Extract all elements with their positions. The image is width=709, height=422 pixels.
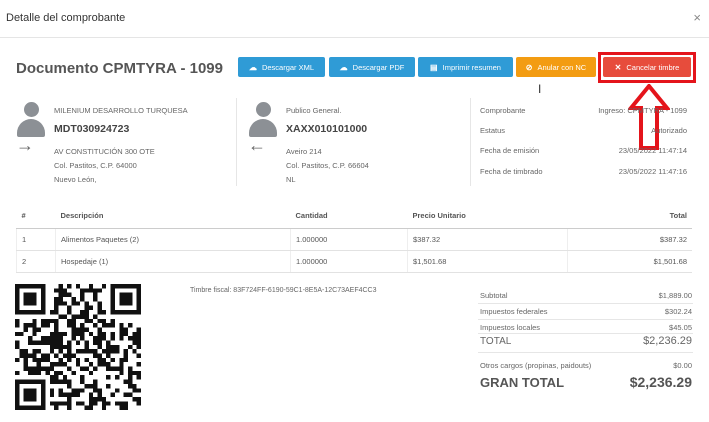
divider: [478, 319, 693, 320]
table-row: 2 Hospedaje (1) 1.000000 $1,501.68 $1,50…: [16, 250, 692, 273]
arrow-right-icon: →: [16, 135, 34, 155]
print-summary-button[interactable]: ▤ Imprimir resumen: [418, 57, 513, 77]
emision-value: 23/05/2022 11:47:14: [618, 146, 687, 155]
comprobante-value: Ingreso: CPMTYRA - 1099: [598, 106, 687, 115]
print-summary-label: Imprimir resumen: [442, 62, 501, 72]
federal-taxes-value: $302.24: [664, 307, 692, 316]
emitter-address-1: AV CONSTITUCIÓN 300 OTE: [54, 147, 155, 156]
cell-number: 2: [16, 250, 56, 273]
cloud-download-icon: ☁: [248, 62, 257, 72]
comprobante-label: Comprobante: [480, 106, 526, 115]
grand-total-value: $2,236.29: [629, 374, 692, 390]
estatus-label: Estatus: [480, 126, 506, 135]
arrow-left-icon: ←: [248, 135, 266, 155]
divider: [478, 333, 693, 334]
emitter-address-2: Col. Pastitos, C.P. 64000: [54, 161, 137, 170]
divider: [470, 98, 471, 186]
divider: [236, 98, 237, 186]
divider: [478, 352, 693, 353]
emitter-rfc: MDT030924723: [54, 123, 130, 135]
total-value: $2,236.29: [643, 335, 692, 347]
divider: [478, 303, 693, 304]
close-icon[interactable]: ×: [693, 10, 701, 25]
col-quantity: Cantidad: [290, 204, 408, 229]
cell-quantity: 1.000000: [290, 228, 408, 251]
receiver-address-1: Aveiro 214: [286, 147, 322, 156]
subtotal-label: Subtotal: [480, 291, 508, 300]
table-header-row: # Descripción Cantidad Precio Unitario T…: [16, 204, 692, 229]
download-xml-button[interactable]: ☁ Descargar XML: [238, 57, 325, 77]
modal-title: Detalle del comprobante: [6, 12, 126, 24]
other-charges-label: Otros cargos (propinas, paidouts): [480, 361, 592, 370]
grand-total-label: GRAN TOTAL: [480, 375, 565, 390]
receiver-address-2: Col. Pastitos, C.P. 66604: [286, 161, 369, 170]
timbrado-label: Fecha de timbrado: [480, 167, 543, 176]
estatus-value: Autorizado: [651, 126, 687, 135]
ban-icon: ⊘: [525, 62, 533, 72]
void-credit-note-label: Anular con NC: [537, 62, 587, 72]
emision-label: Fecha de emisión: [480, 146, 540, 155]
arrow-up-annotation-icon: [628, 84, 670, 150]
federal-taxes-label: Impuestos federales: [480, 307, 548, 316]
other-charges-value: $0.00: [673, 361, 692, 370]
page-title: Documento CPMTYRA - 1099: [16, 60, 223, 77]
col-unit-price: Precio Unitario: [407, 204, 568, 229]
cell-total: $387.32: [567, 228, 692, 251]
table-row: 1 Alimentos Paquetes (2) 1.000000 $387.3…: [16, 228, 692, 251]
download-pdf-label: Descargar PDF: [352, 62, 405, 72]
col-number: #: [16, 204, 56, 229]
total-label: TOTAL: [480, 336, 512, 347]
cell-unit-price: $1,501.68: [407, 250, 568, 273]
download-xml-label: Descargar XML: [261, 62, 315, 72]
local-taxes-value: $45.05: [669, 323, 692, 332]
cell-total: $1,501.68: [567, 250, 692, 273]
emitter-address-3: Nuevo León,: [54, 175, 97, 184]
cloud-download-icon: ☁: [339, 62, 348, 72]
col-total: Total: [567, 204, 692, 229]
local-taxes-label: Impuestos locales: [480, 323, 541, 332]
text-cursor-icon: I: [538, 82, 542, 96]
timbrado-value: 23/05/2022 11:47:16: [618, 167, 687, 176]
cell-quantity: 1.000000: [290, 250, 408, 273]
highlight-box: [598, 52, 696, 83]
cell-description: Hospedaje (1): [55, 250, 291, 273]
subtotal-value: $1,889.00: [658, 291, 692, 300]
timbre-fiscal: Timbre fiscal: 83F724FF-6190-59C1-8E5A-1…: [190, 287, 377, 294]
printer-icon: ▤: [430, 62, 438, 72]
receiver-name: Publico General.: [286, 106, 342, 115]
modal-header: Detalle del comprobante ×: [0, 0, 709, 38]
col-description: Descripción: [55, 204, 291, 229]
void-credit-note-button[interactable]: ⊘ Anular con NC: [516, 57, 596, 77]
receiver-address-3: NL: [286, 175, 296, 184]
receiver-rfc: XAXX010101000: [286, 123, 368, 135]
download-pdf-button[interactable]: ☁ Descargar PDF: [329, 57, 415, 77]
cell-number: 1: [16, 228, 56, 251]
cell-description: Alimentos Paquetes (2): [55, 228, 291, 251]
cell-unit-price: $387.32: [407, 228, 568, 251]
emitter-name: MILENIUM DESARROLLO TURQUESA: [54, 106, 188, 115]
qr-code: [15, 284, 141, 410]
items-table: # Descripción Cantidad Precio Unitario T…: [16, 204, 692, 273]
